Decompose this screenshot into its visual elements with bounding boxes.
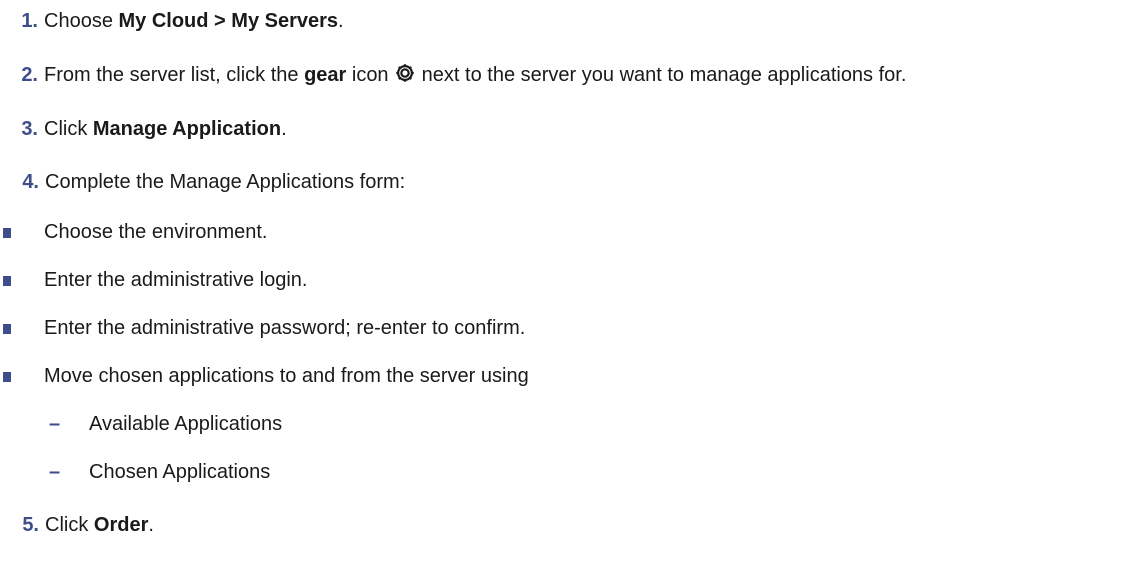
bullet-marker xyxy=(3,324,11,334)
bullet-text: Choose the environment. xyxy=(44,221,268,243)
bullet-item: Enter the administrative login. xyxy=(0,266,1100,294)
step-3: 3. Click Manage Application. xyxy=(4,115,287,143)
bullet-text: Enter the administrative password; re-en… xyxy=(44,317,526,339)
sub-item: – Available Applications xyxy=(0,410,1100,438)
step-text-mid: icon xyxy=(346,64,395,86)
step-2: 2. From the server list, click the gear i… xyxy=(4,61,906,89)
dash-marker: – xyxy=(49,413,61,435)
sub-item-text: Chosen Applications xyxy=(89,461,271,483)
step-number: 5. xyxy=(22,514,39,536)
bullet-marker xyxy=(3,372,11,382)
step-text-end: next to the server you want to manage ap… xyxy=(416,64,907,86)
step-number: 2. xyxy=(21,64,38,86)
step-text: Complete the Manage Applications form: xyxy=(45,171,406,193)
order-label: Order xyxy=(93,514,149,536)
step-4: 4. Complete the Manage Applications form: xyxy=(5,168,405,196)
gear-keyword: gear xyxy=(304,64,347,86)
bullet-item: Move chosen applications to and from the… xyxy=(0,362,1100,390)
sub-item: – Chosen Applications xyxy=(0,458,1100,486)
manage-application-label: Manage Application xyxy=(92,118,282,140)
step-1: 1. Choose My Cloud > My Servers. xyxy=(4,7,344,35)
step-text-end: . xyxy=(338,10,344,32)
step-text-end: . xyxy=(281,118,287,140)
step-number: 3. xyxy=(21,118,38,140)
bullet-item: Enter the administrative password; re-en… xyxy=(0,314,1100,342)
step-number: 4. xyxy=(22,171,39,193)
gear-icon xyxy=(394,62,416,84)
menu-path: My Cloud > My Servers xyxy=(118,10,339,32)
step-text-end: . xyxy=(148,514,154,536)
sub-item-text: Available Applications xyxy=(89,413,283,435)
step-text: Click xyxy=(44,118,93,140)
dash-marker: – xyxy=(49,461,61,483)
step-number: 1. xyxy=(21,10,38,32)
bullet-item: Choose the environment. xyxy=(0,218,1100,246)
bullet-marker xyxy=(3,276,11,286)
bullet-marker xyxy=(3,228,11,238)
bullet-text: Move chosen applications to and from the… xyxy=(44,365,529,387)
step-text: Choose xyxy=(44,10,119,32)
step-text: From the server list, click the xyxy=(44,64,305,86)
step-5: 5. Click Order. xyxy=(5,511,154,539)
bullet-text: Enter the administrative login. xyxy=(44,269,308,291)
step-text: Click xyxy=(45,514,94,536)
